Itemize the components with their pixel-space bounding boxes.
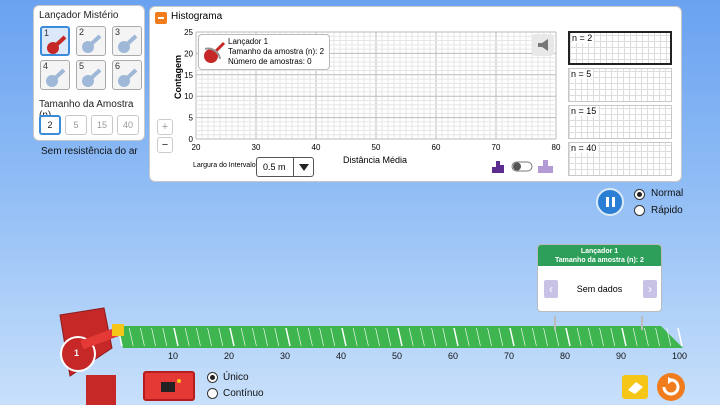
histogram-title: Histograma (171, 11, 223, 22)
reset-all-button[interactable] (657, 373, 685, 401)
megaphone-icon (538, 39, 548, 51)
launcher-info-box: Lançador 1 Tamanho da amostra (n): 2 Núm… (198, 34, 330, 70)
cannon-icon (46, 68, 66, 87)
collapse-button[interactable] (155, 12, 167, 24)
distance-tick-label: 50 (392, 351, 403, 361)
y-tick-labels: 2520151050 (184, 28, 193, 144)
launch-button[interactable] (143, 371, 195, 401)
x-tick-label: 70 (492, 143, 501, 152)
eraser-icon (628, 382, 643, 394)
mini-histogram-n15[interactable]: n = 15 (568, 105, 672, 139)
launch-icon (161, 379, 181, 392)
launch-single-label: Único (223, 372, 249, 383)
sample-size-button-15[interactable]: 15 (91, 115, 113, 135)
x-tick-label: 30 (252, 143, 261, 152)
tooltip-launcher: Lançador 1 (580, 248, 619, 255)
mini-histogram-label: n = 2 (572, 33, 595, 43)
speed-fast-radio[interactable] (634, 205, 645, 216)
x-tick-label: 60 (432, 143, 441, 152)
launch-single-radio[interactable] (207, 372, 218, 383)
air-resistance-label: Sem resistência do ar (41, 146, 138, 157)
tooltip-next-button[interactable]: › (643, 280, 657, 298)
zoom-in-button[interactable]: + (157, 119, 173, 135)
bar-stack-icon (492, 161, 504, 173)
speed-fast-label: Rápido (651, 205, 683, 216)
cannon-icon (82, 68, 102, 87)
cannon-icon (118, 34, 138, 53)
launcher-icon (204, 41, 226, 63)
distance-tick-label: 80 (560, 351, 571, 361)
x-tick-label: 40 (312, 143, 321, 152)
distance-tick-label: 70 (504, 351, 515, 361)
distance-tick-label: 90 (616, 351, 627, 361)
launcher-cannon[interactable] (59, 307, 124, 405)
zoom-out-button[interactable]: − (157, 137, 173, 153)
bin-width-label: Largura do Intervalo (193, 162, 256, 169)
tooltip-header: Lançador 1 Tamanho da amostra (n): 2 (538, 245, 661, 266)
x-tick-labels: 20 30 40 50 60 70 80 (192, 143, 561, 152)
y-tick-label: 10 (184, 92, 193, 101)
bar-block-icon (538, 160, 553, 173)
y-tick-label: 5 (189, 114, 194, 123)
chevron-down-icon (299, 164, 309, 171)
mini-histogram-n40[interactable]: n = 40 (568, 142, 672, 176)
distance-tick-label: 100 (672, 351, 688, 361)
distance-tick-label: 40 (336, 351, 347, 361)
launcher-panel: Lançador Mistério 123456 Tamanho da Amos… (33, 5, 145, 141)
launcher-tile-6[interactable]: 6 (112, 60, 142, 90)
launcher-tile-4[interactable]: 4 (40, 60, 70, 90)
launch-continuous-radio[interactable] (207, 388, 218, 399)
histogram-panel: Histograma + − Contagem 25 20 15 10 5 0 20 30 4… (149, 6, 682, 182)
eraser-button[interactable] (622, 375, 648, 399)
tooltip-sample-size: Tamanho da amostra (n): 2 (555, 257, 644, 264)
launcher-tile-2[interactable]: 2 (76, 26, 106, 56)
cannon-icon (82, 34, 102, 53)
distance-tick-label: 60 (448, 351, 459, 361)
mini-histogram-label: n = 40 (571, 143, 599, 153)
sample-tooltip-card: Lançador 1 Tamanho da amostra (n): 2 ‹ S… (537, 244, 662, 312)
distance-tick-label: 10 (168, 351, 179, 361)
mini-histogram-label: n = 15 (571, 106, 599, 116)
speed-normal-label: Normal (651, 188, 684, 199)
y-tick-label: 15 (184, 71, 193, 80)
mini-histogram-n5[interactable]: n = 5 (568, 68, 672, 102)
sound-button[interactable] (532, 34, 554, 56)
bin-width-select[interactable]: 0.5 m (256, 157, 314, 177)
sample-size-button-5[interactable]: 5 (65, 115, 87, 135)
distance-tick-label: 30 (280, 351, 291, 361)
mini-histogram-label: n = 5 (571, 69, 594, 79)
cannon-icon (47, 35, 67, 54)
distance-tick-label: 20 (224, 351, 235, 361)
cannon-icon (118, 68, 138, 87)
info-sample-size: Tamanho da amostra (n): 2 (228, 47, 325, 56)
speed-normal-radio[interactable] (634, 189, 645, 200)
x-axis-label: Distância Média (343, 155, 408, 165)
mini-histogram-n2[interactable]: n = 2 (568, 31, 672, 65)
bin-width-value: 0.5 m (263, 162, 286, 172)
x-tick-label: 20 (192, 143, 201, 152)
y-tick-label: 20 (184, 49, 193, 58)
zoom-group: + − (157, 33, 173, 153)
launch-continuous-label: Contínuo (223, 388, 264, 399)
launcher-number: 1 (74, 348, 80, 358)
reset-icon (662, 377, 680, 396)
info-sample-count: Número de amostras: 0 (228, 57, 312, 66)
sample-size-button-40[interactable]: 40 (117, 115, 139, 135)
pause-button[interactable] (596, 188, 624, 216)
launcher-tile-1[interactable]: 1 (40, 26, 70, 56)
histogram-style-toggle[interactable] (490, 157, 558, 175)
info-launcher: Lançador 1 (228, 37, 269, 46)
x-tick-label: 50 (372, 143, 381, 152)
x-tick-label: 80 (552, 143, 561, 152)
sample-size-button-2[interactable]: 2 (39, 115, 61, 135)
launcher-tile-5[interactable]: 5 (76, 60, 106, 90)
y-tick-label: 25 (184, 28, 193, 37)
launcher-tile-3[interactable]: 3 (112, 26, 142, 56)
launcher-panel-title: Lançador Mistério (39, 10, 119, 21)
